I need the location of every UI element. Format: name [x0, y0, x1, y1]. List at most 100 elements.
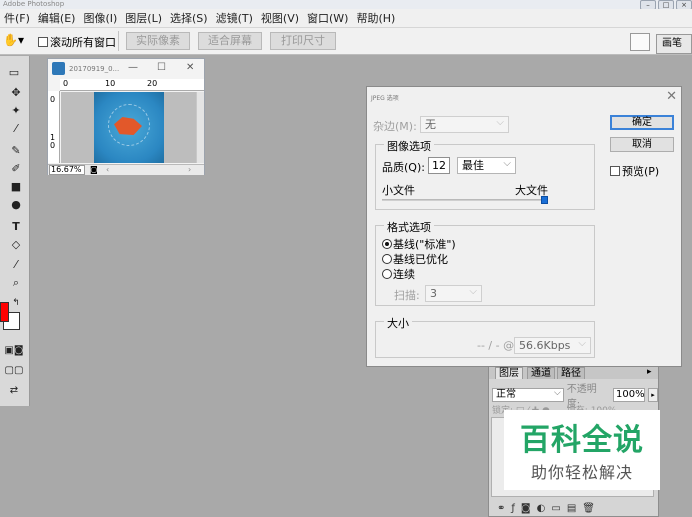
cancel-button[interactable]: 取消 [610, 137, 674, 152]
menu-window[interactable]: 窗口(W) [303, 10, 352, 26]
document-status-bar: 16.67% ◙ ‹ › [48, 164, 204, 175]
new-layer-icon[interactable]: ▤ [567, 503, 576, 514]
quality-slider-thumb[interactable] [541, 196, 548, 204]
move-tool-icon[interactable]: ✥ [9, 86, 23, 100]
progressive-label: 连续 [393, 268, 415, 281]
size-title: 大小 [384, 315, 412, 331]
panel-menu-icon[interactable]: ▸ [647, 367, 652, 377]
menu-view[interactable]: 视图(V) [257, 10, 303, 26]
radio-baseline-standard[interactable]: 基线("标准") [382, 236, 456, 252]
close-icon[interactable]: ✕ [666, 89, 677, 104]
brush-tool-icon[interactable]: ✎ [9, 144, 23, 158]
watermark-subtitle: 助你轻松解决 [530, 463, 633, 482]
minimize-icon[interactable]: — [128, 62, 138, 73]
menu-file[interactable]: 件(F) [0, 10, 34, 26]
baseline-standard-label: 基线("标准") [393, 238, 456, 251]
menu-filter[interactable]: 滤镜(T) [212, 10, 257, 26]
baseline-optimized-label: 基线已优化 [393, 253, 448, 266]
layer-mask-icon[interactable]: ◙ [521, 503, 531, 514]
document-name: 20170919_0... [69, 65, 120, 73]
ok-button[interactable]: 确定 [610, 115, 674, 130]
menu-select[interactable]: 选择(S) [166, 10, 212, 26]
blend-mode-select[interactable]: 正常 [492, 387, 564, 402]
checkbox-box [38, 37, 48, 47]
quick-mask-icon[interactable]: ▣◙ [3, 344, 25, 358]
maximize-icon[interactable]: ☐ [157, 62, 166, 73]
jpeg-options-dialog: JPEG 选项 ✕ 杂边(M): 无 确定 取消 预览(P) 图像选项 品质(Q… [366, 86, 682, 367]
gradient-tool-icon[interactable]: ■ [9, 180, 23, 194]
zoom-level-field[interactable]: 16.67% [49, 165, 85, 175]
link-layers-icon[interactable]: ⚭ [497, 503, 505, 514]
history-brush-icon[interactable]: ✐ [9, 162, 23, 176]
document-title-bar[interactable]: 20170919_0... — ☐ ✕ [48, 59, 204, 78]
download-speed-select[interactable]: 56.6Kbps [514, 336, 591, 354]
eyedropper-tool-icon[interactable]: ⁄ [9, 258, 23, 272]
adjustment-layer-icon[interactable]: ◐ [537, 503, 546, 514]
preview-label: 预览(P) [622, 165, 660, 178]
tab-layers[interactable]: 图层 [495, 367, 523, 379]
eyedropper-icon[interactable]: ⁄ [9, 122, 23, 136]
quality-slider-track[interactable] [382, 199, 545, 201]
hand-tool-icon[interactable]: ✋▾ [3, 33, 27, 50]
small-file-label: 小文件 [382, 184, 415, 197]
tab-paths[interactable]: 路径 [557, 367, 585, 379]
type-tool-icon[interactable]: T [9, 220, 23, 234]
matte-select[interactable]: 无 [420, 115, 509, 133]
app-title: Adobe Photoshop [3, 0, 65, 8]
menu-edit[interactable]: 编辑(E) [34, 10, 80, 26]
vertical-scrollbar[interactable] [196, 92, 204, 163]
radio-dot [382, 254, 392, 264]
scroll-left-icon[interactable]: ‹ [106, 165, 109, 174]
menu-help[interactable]: 帮助(H) [352, 10, 399, 26]
canvas[interactable] [61, 92, 196, 163]
size-group: 大小 -- / - @ 56.6Kbps [375, 315, 595, 358]
new-group-icon[interactable]: ▭ [551, 503, 560, 514]
menu-bar: 件(F) 编辑(E) 图像(I) 图层(L) 选择(S) 滤镜(T) 视图(V)… [0, 9, 692, 28]
ruler-tick: 0 [50, 141, 56, 150]
ruler-tick: 20 [147, 79, 158, 88]
radio-progressive[interactable]: 连续 [382, 266, 415, 282]
menu-layer[interactable]: 图层(L) [121, 10, 166, 26]
delete-layer-icon[interactable]: 🗑 [582, 503, 595, 514]
opacity-field[interactable]: 100% [613, 388, 646, 402]
radio-dot [382, 239, 392, 249]
close-icon[interactable]: ✕ [186, 62, 194, 73]
screen-mode-icon[interactable]: ▢▢ [3, 364, 25, 378]
options-bar: ✋▾ 滚动所有窗口 实际像素 适合屏幕 打印尺寸 画笔 [0, 28, 692, 55]
ruler-tick: 10 [105, 79, 116, 88]
dodge-tool-icon[interactable]: ● [9, 198, 23, 212]
app-title-bar: Adobe Photoshop – □ × [0, 0, 692, 10]
shape-tool-icon[interactable]: ◇ [9, 238, 23, 252]
dialog-title: JPEG 选项 [371, 95, 399, 102]
layers-bottom-toolbar: ⚭ ƒ ◙ ◐ ▭ ▤ 🗑 [489, 501, 658, 516]
jump-to-imageready-icon[interactable]: ⇄ [3, 384, 25, 398]
quality-preset-select[interactable]: 最佳 [457, 156, 516, 174]
image-preview [94, 92, 164, 163]
document-icon[interactable] [630, 33, 650, 51]
opacity-arrow-icon[interactable]: ▸ [648, 388, 658, 402]
print-size-button[interactable]: 打印尺寸 [270, 32, 336, 50]
scroll-all-windows-checkbox[interactable]: 滚动所有窗口 [38, 34, 116, 50]
preview-checkbox[interactable]: 预览(P) [610, 163, 659, 179]
fit-screen-button[interactable]: 适合屏幕 [198, 32, 262, 50]
zoom-tool-icon[interactable]: ⌕ [9, 276, 23, 290]
brush-palette-tab[interactable]: 画笔 [656, 34, 692, 54]
tab-channels[interactable]: 通道 [527, 367, 555, 379]
menu-image[interactable]: 图像(I) [79, 10, 121, 26]
scans-label: 扫描: [394, 289, 420, 302]
radio-baseline-optimized[interactable]: 基线已优化 [382, 251, 448, 267]
magic-wand-icon[interactable]: ✦ [9, 104, 23, 118]
marquee-tool-icon[interactable]: ▭ [0, 66, 28, 80]
quality-input[interactable]: 12 [428, 157, 450, 174]
foreground-color-swatch[interactable] [0, 302, 9, 322]
quality-label: 品质(Q): [382, 161, 425, 174]
swap-colors-icon[interactable]: ↰ [9, 296, 23, 310]
scroll-right-icon[interactable]: › [188, 165, 191, 174]
size-readout: -- / - @ [477, 339, 515, 352]
status-menu-icon[interactable]: ◙ [90, 165, 98, 174]
ruler-tick: 0 [63, 79, 69, 88]
vertical-ruler: 0 1 0 [48, 91, 60, 163]
scans-select[interactable]: 3 [425, 284, 482, 302]
actual-pixels-button[interactable]: 实际像素 [126, 32, 190, 50]
layer-style-icon[interactable]: ƒ [511, 503, 515, 514]
